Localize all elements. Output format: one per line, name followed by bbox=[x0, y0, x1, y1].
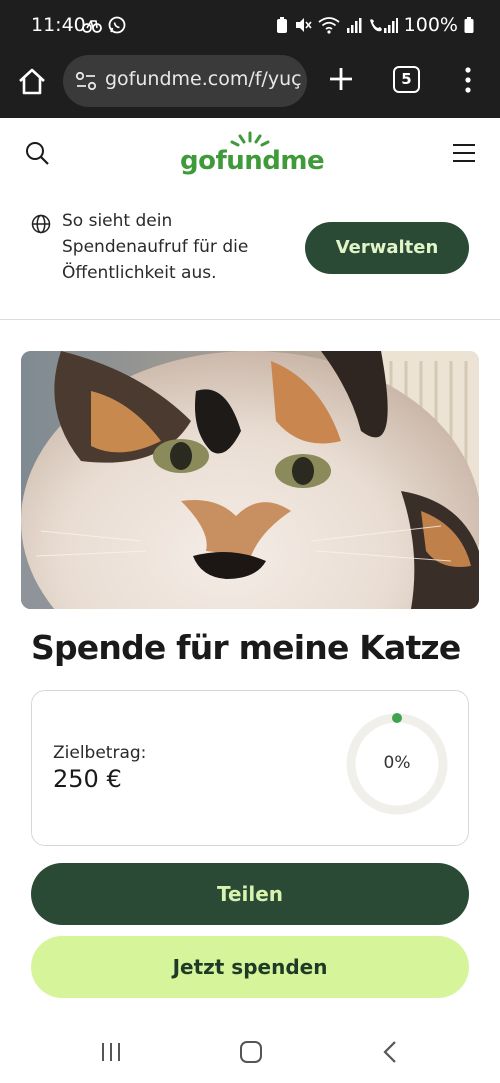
signal-icon bbox=[346, 18, 362, 33]
tab-switcher-button[interactable]: 5 bbox=[393, 66, 420, 93]
whatsapp-icon bbox=[108, 16, 126, 34]
url-text: gofundme.com/f/yuç bbox=[105, 68, 302, 90]
status-bar: 11:40 100% bbox=[0, 0, 500, 52]
home-nav-icon[interactable] bbox=[239, 1040, 263, 1064]
share-button[interactable]: Teilen bbox=[31, 863, 469, 925]
search-icon[interactable] bbox=[24, 140, 50, 166]
cat-photo bbox=[21, 351, 479, 609]
goal-card: Zielbetrag: 250 € 0% bbox=[31, 690, 469, 846]
battery-saver-icon bbox=[276, 17, 287, 33]
manage-button[interactable]: Verwalten bbox=[305, 222, 469, 274]
logo-text: gofundme bbox=[180, 146, 325, 176]
progress-percent: 0% bbox=[383, 753, 411, 773]
notice-text: So sieht dein Spendenaufruf für die Öffe… bbox=[62, 211, 249, 283]
system-nav-bar bbox=[0, 1018, 500, 1083]
battery-icon bbox=[464, 17, 474, 33]
back-icon[interactable] bbox=[382, 1040, 398, 1064]
home-icon[interactable] bbox=[16, 66, 48, 98]
site-header: gofundme bbox=[0, 118, 500, 194]
address-bar[interactable]: gofundme.com/f/yuç bbox=[63, 55, 307, 107]
browser-toolbar: gofundme.com/f/yuç 5 bbox=[0, 52, 500, 118]
status-time: 11:40 bbox=[31, 14, 86, 36]
gofundme-logo[interactable]: gofundme bbox=[180, 130, 325, 180]
campaign-hero-image bbox=[21, 351, 479, 609]
mute-icon bbox=[295, 18, 312, 32]
wifi-icon bbox=[318, 17, 340, 34]
goal-label: Zielbetrag: bbox=[53, 743, 147, 763]
hamburger-menu-icon[interactable] bbox=[452, 142, 476, 164]
battery-percent: 100% bbox=[403, 14, 458, 36]
site-settings-icon[interactable] bbox=[75, 71, 97, 91]
recent-apps-icon[interactable] bbox=[100, 1042, 122, 1062]
campaign-title: Spende für meine Katze bbox=[31, 628, 461, 667]
goal-amount: 250 € bbox=[53, 765, 122, 793]
new-tab-icon[interactable] bbox=[328, 66, 354, 92]
globe-icon bbox=[31, 214, 51, 234]
call-signal-icon bbox=[369, 18, 398, 33]
owner-preview-notice: So sieht dein Spendenaufruf für die Öffe… bbox=[0, 194, 500, 320]
status-right-icons: 100% bbox=[276, 14, 474, 36]
donate-button[interactable]: Jetzt spenden bbox=[31, 936, 469, 998]
bike-icon bbox=[82, 20, 102, 33]
more-menu-icon[interactable] bbox=[460, 66, 476, 94]
status-left-icons bbox=[82, 16, 126, 34]
